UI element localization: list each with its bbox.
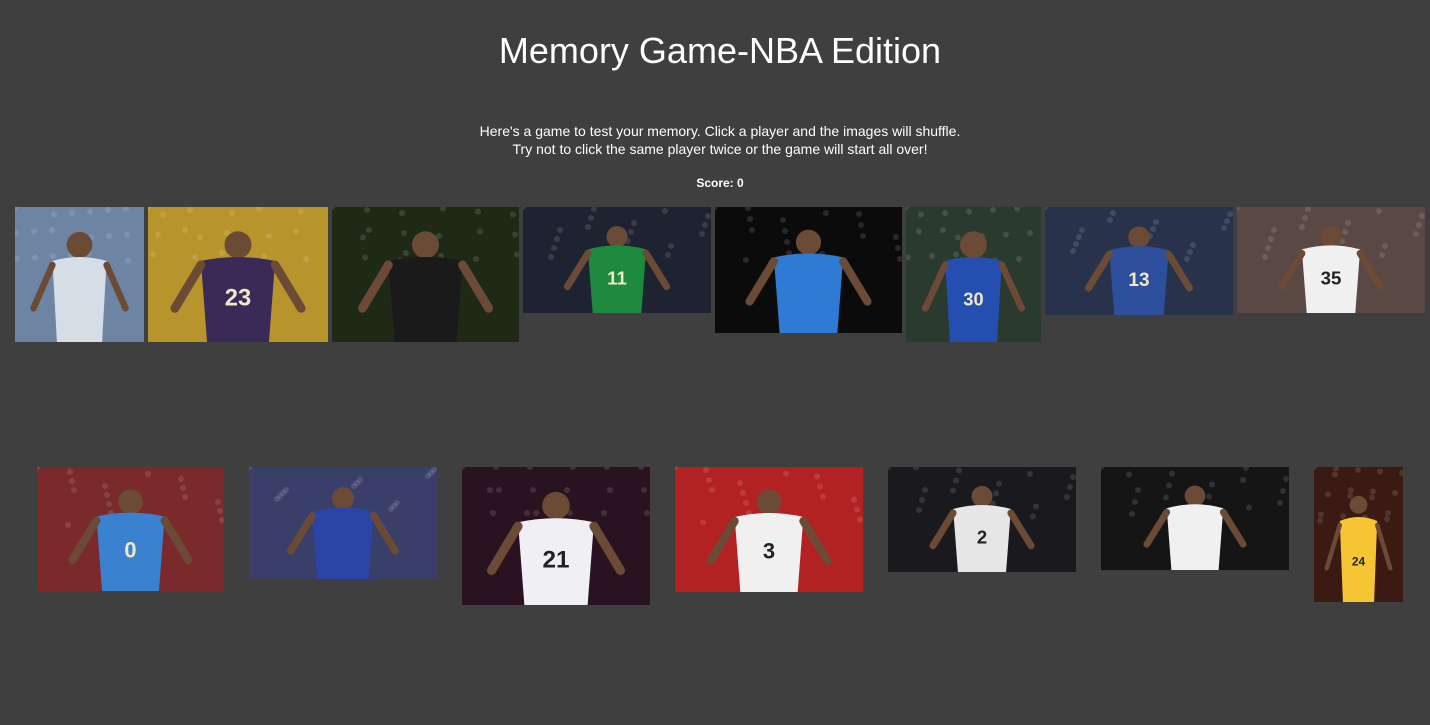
page-title: Memory Game-NBA Edition xyxy=(498,30,942,71)
jersey-number: 11 xyxy=(607,267,627,288)
player-photo-icon: 11 xyxy=(523,207,711,313)
player-photo-icon: 30 xyxy=(906,207,1041,342)
instructions-line-1: Here's a game to test your memory. Click… xyxy=(479,123,961,139)
jersey-number: 30 xyxy=(963,290,983,310)
player-photo-icon xyxy=(249,467,437,579)
game-page: Memory Game-NBA Edition Here's a game to… xyxy=(0,0,1430,725)
player-photo-icon: 13 xyxy=(1045,207,1233,315)
player-card[interactable]: 11 xyxy=(523,207,711,313)
player-card[interactable]: 24 xyxy=(1314,467,1403,602)
player-card[interactable]: 30 xyxy=(906,207,1041,342)
player-photo-icon: 3 xyxy=(675,467,863,592)
player-photo-icon xyxy=(332,207,519,342)
player-photo-icon: 0 xyxy=(37,467,224,591)
jersey-number: 13 xyxy=(1128,270,1149,291)
jersey-number: 35 xyxy=(1321,267,1342,288)
player-card[interactable]: 21 xyxy=(462,467,650,605)
jersey-number: 21 xyxy=(543,547,570,574)
player-card[interactable]: 35 xyxy=(1237,207,1425,313)
player-photo-icon xyxy=(715,207,902,333)
player-card[interactable] xyxy=(715,207,902,333)
jersey-number: 23 xyxy=(225,285,251,312)
player-card[interactable] xyxy=(249,467,437,579)
player-card[interactable]: 0 xyxy=(37,467,224,591)
jersey-number: 2 xyxy=(977,527,987,548)
player-card[interactable] xyxy=(332,207,519,342)
player-photo-icon xyxy=(15,207,144,342)
player-card[interactable]: 3 xyxy=(675,467,863,592)
player-photo-icon: 21 xyxy=(462,467,650,605)
instructions: Here's a game to test your memory. Click… xyxy=(0,122,1430,158)
instructions-line-2: Try not to click the same player twice o… xyxy=(512,141,928,157)
player-card[interactable] xyxy=(1101,467,1289,570)
player-card[interactable]: 23 xyxy=(148,207,328,342)
player-card[interactable]: 13 xyxy=(1045,207,1233,315)
player-photo-icon: 35 xyxy=(1237,207,1425,313)
player-photo-icon: 23 xyxy=(148,207,328,342)
player-card[interactable]: 2 xyxy=(888,467,1076,572)
jersey-number: 3 xyxy=(763,538,775,563)
player-card[interactable] xyxy=(15,207,144,342)
jersey-number: 0 xyxy=(124,538,136,563)
player-photo-icon xyxy=(1101,467,1289,570)
score-display: Score: 0 xyxy=(696,176,744,190)
jersey-number: 24 xyxy=(1352,555,1366,569)
player-photo-icon: 24 xyxy=(1314,467,1403,602)
player-photo-icon: 2 xyxy=(888,467,1076,572)
